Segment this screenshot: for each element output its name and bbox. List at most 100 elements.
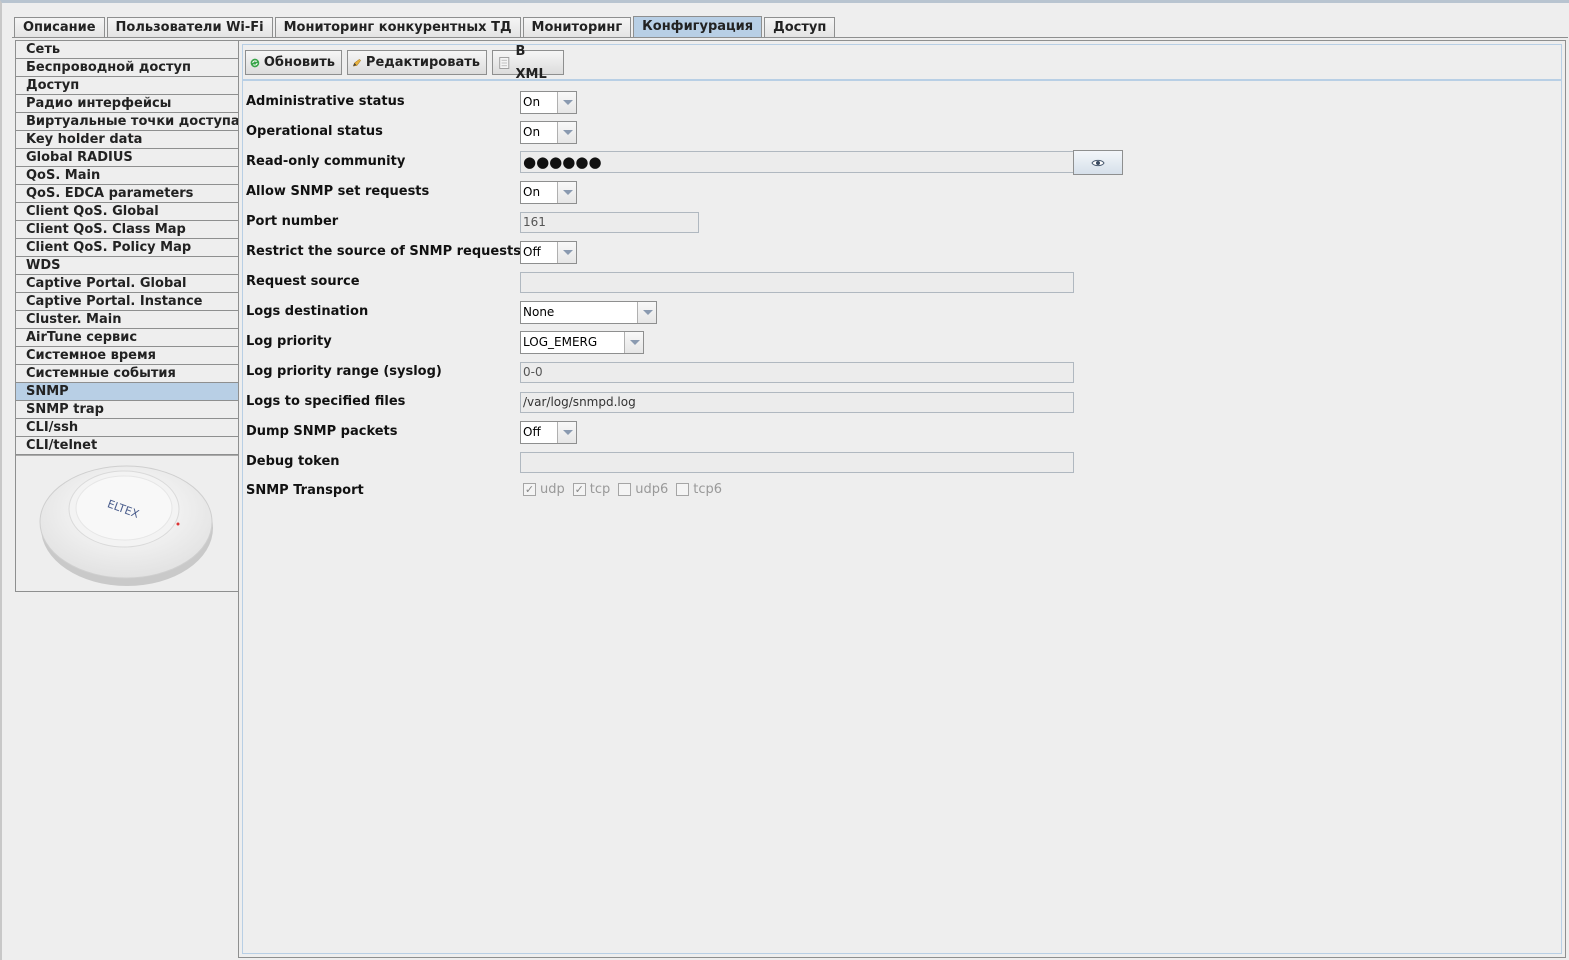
row-request-source: Request source	[243, 270, 1561, 294]
restrict-source-value: Off	[523, 245, 541, 259]
chevron-down-icon[interactable]	[557, 242, 576, 263]
allow-set-select[interactable]: On	[520, 181, 577, 204]
row-transport: SNMP Transport ✓ udp ✓ tcp udp6 tcp6	[243, 479, 1561, 503]
row-logs-files: Logs to specified files /var/log/snmpd.l…	[243, 390, 1561, 414]
export-xml-button[interactable]: В XML	[492, 44, 564, 82]
edit-button-label: Редактировать	[365, 55, 480, 70]
transport-checkbox-group: ✓ udp ✓ tcp udp6 tcp6	[523, 482, 722, 497]
row-admin-status: Administrative status On	[243, 90, 1561, 114]
chevron-down-icon[interactable]	[637, 302, 656, 323]
sidebar-item-network[interactable]: Сеть	[16, 41, 238, 59]
admin-status-label: Administrative status	[246, 94, 405, 109]
pencil-icon	[352, 58, 362, 66]
tab-access[interactable]: Доступ	[764, 17, 836, 38]
sidebar-item-system-events[interactable]: Системные события	[16, 365, 238, 383]
log-priority-range-input[interactable]: 0-0	[520, 362, 1074, 383]
checkbox-unchecked-icon[interactable]	[676, 483, 690, 496]
sidebar-item-radio-interfaces[interactable]: Радио интерфейсы	[16, 95, 238, 113]
document-icon	[499, 56, 510, 69]
sidebar-item-client-qos-policy-map[interactable]: Client QoS. Policy Map	[16, 239, 238, 257]
tab-wifi-users[interactable]: Пользователи Wi-Fi	[106, 17, 273, 38]
chevron-down-icon[interactable]	[557, 92, 576, 113]
checkbox-checked-icon[interactable]: ✓	[572, 483, 586, 496]
sidebar-item-cluster-main[interactable]: Cluster. Main	[16, 311, 238, 329]
allow-set-value: On	[523, 185, 541, 199]
tab-monitoring[interactable]: Мониторинг	[522, 17, 632, 38]
sidebar-item-snmp-trap[interactable]: SNMP trap	[16, 401, 238, 419]
refresh-button-label: Обновить	[263, 55, 335, 70]
tab-configuration[interactable]: Конфигурация	[633, 16, 763, 38]
sidebar-item-global-radius[interactable]: Global RADIUS	[16, 149, 238, 167]
chevron-down-icon[interactable]	[557, 122, 576, 143]
sidebar-item-wireless-access[interactable]: Беспроводной доступ	[16, 59, 238, 77]
ro-community-password-field[interactable]: ●●●●●●	[520, 151, 1074, 173]
logs-destination-label: Logs destination	[246, 304, 369, 319]
refresh-icon	[250, 58, 260, 67]
transport-tcp6-checkbox[interactable]: tcp6	[676, 482, 722, 497]
sidebar-item-captive-portal-instance[interactable]: Captive Portal. Instance	[16, 293, 238, 311]
row-dump-packets: Dump SNMP packets Off	[243, 420, 1561, 444]
checkbox-checked-icon[interactable]: ✓	[523, 483, 536, 496]
sidebar-item-snmp[interactable]: SNMP	[16, 383, 238, 401]
toolbar: Обновить Редактировать В XML	[243, 44, 1561, 82]
logs-files-input[interactable]: /var/log/snmpd.log	[520, 392, 1074, 413]
sidebar-item-wds[interactable]: WDS	[16, 257, 238, 275]
transport-tcp-checkbox[interactable]: ✓ tcp	[572, 482, 611, 497]
transport-udp-checkbox[interactable]: ✓ udp	[523, 482, 565, 497]
edit-button[interactable]: Редактировать	[347, 50, 487, 75]
show-password-button[interactable]	[1073, 150, 1123, 175]
chevron-down-icon[interactable]	[557, 422, 576, 443]
chevron-down-icon[interactable]	[624, 332, 643, 353]
restrict-source-label: Restrict the source of SNMP requests	[246, 244, 521, 259]
restrict-source-select[interactable]: Off	[520, 241, 577, 264]
sidebar-item-cli-ssh[interactable]: CLI/ssh	[16, 419, 238, 437]
sidebar-item-client-qos-global[interactable]: Client QoS. Global	[16, 203, 238, 221]
request-source-input[interactable]	[520, 272, 1074, 293]
transport-tcp6-label: tcp6	[693, 482, 723, 497]
row-port: Port number 161	[243, 210, 1561, 234]
refresh-button[interactable]: Обновить	[245, 50, 342, 75]
transport-udp6-checkbox[interactable]: udp6	[618, 482, 668, 497]
sidebar-item-qos-main[interactable]: QoS. Main	[16, 167, 238, 185]
sidebar-item-virtual-aps[interactable]: Виртуальные точки доступа	[16, 113, 238, 131]
sidebar-item-airtune[interactable]: AirTune сервис	[16, 329, 238, 347]
ro-community-label: Read-only community	[246, 154, 406, 169]
sidebar-item-system-time[interactable]: Системное время	[16, 347, 238, 365]
port-label: Port number	[246, 214, 339, 229]
row-logs-destination: Logs destination None	[243, 300, 1561, 324]
chevron-down-icon[interactable]	[557, 182, 576, 203]
tab-description[interactable]: Описание	[14, 17, 105, 38]
sidebar-item-access[interactable]: Доступ	[16, 77, 238, 95]
logs-destination-select[interactable]: None	[520, 301, 657, 324]
sidebar-item-captive-portal-global[interactable]: Captive Portal. Global	[16, 275, 238, 293]
transport-udp-label: udp	[540, 482, 565, 497]
admin-status-value: On	[523, 95, 541, 109]
row-log-priority-range: Log priority range (syslog) 0-0	[243, 360, 1561, 384]
row-log-priority: Log priority LOG_EMERG	[243, 330, 1561, 354]
access-point-device-icon: ELTEX	[39, 465, 213, 586]
sidebar: Сеть Беспроводной доступ Доступ Радио ин…	[15, 40, 239, 592]
export-xml-button-label: В XML	[515, 43, 547, 82]
debug-token-input[interactable]	[520, 452, 1074, 473]
dump-packets-label: Dump SNMP packets	[246, 424, 398, 439]
row-oper-status: Operational status On	[243, 120, 1561, 144]
content-panel: Обновить Редактировать В XML Administrat…	[238, 40, 1566, 958]
allow-set-label: Allow SNMP set requests	[246, 184, 430, 199]
log-priority-select[interactable]: LOG_EMERG	[520, 331, 644, 354]
admin-status-select[interactable]: On	[520, 91, 577, 114]
dump-packets-select[interactable]: Off	[520, 421, 577, 444]
port-input[interactable]: 161	[520, 212, 699, 233]
sidebar-item-client-qos-class-map[interactable]: Client QoS. Class Map	[16, 221, 238, 239]
sidebar-item-key-holder-data[interactable]: Key holder data	[16, 131, 238, 149]
sidebar-item-cli-telnet[interactable]: CLI/telnet	[16, 437, 238, 455]
logs-destination-value: None	[523, 305, 555, 319]
checkbox-unchecked-icon[interactable]	[618, 483, 632, 496]
sidebar-item-qos-edca[interactable]: QoS. EDCA parameters	[16, 185, 238, 203]
row-ro-community: Read-only community ●●●●●●	[243, 150, 1561, 175]
tabs-divider	[12, 37, 1568, 38]
tab-competitor-ap-monitoring[interactable]: Мониторинг конкурентных ТД	[274, 17, 521, 38]
sidebar-list: Сеть Беспроводной доступ Доступ Радио ин…	[16, 41, 238, 455]
oper-status-select[interactable]: On	[520, 121, 577, 144]
transport-tcp-label: tcp	[589, 482, 611, 497]
application-window: Описание Пользователи Wi-Fi Мониторинг к…	[0, 0, 1569, 960]
